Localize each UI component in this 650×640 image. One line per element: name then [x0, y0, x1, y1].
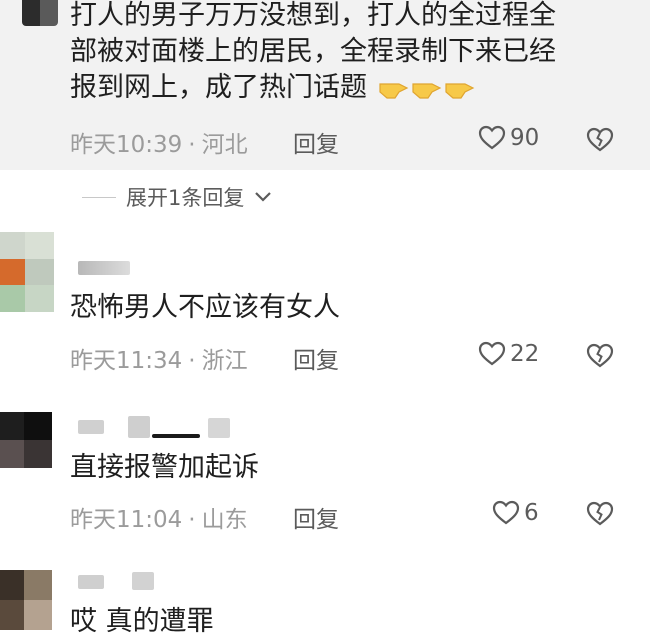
dislike-button[interactable]: [585, 342, 615, 374]
broken-heart-icon: [586, 343, 614, 368]
expand-replies-label: 展开1条回复: [126, 186, 245, 210]
like-count: 90: [510, 125, 540, 151]
divider: [82, 196, 116, 198]
comment-text-line: 报到网上，成了热门话题: [70, 70, 556, 106]
username-blurred: [152, 434, 200, 438]
heart-outline-icon: [478, 341, 506, 366]
separator-dot: ·: [188, 348, 196, 374]
like-count: 6: [524, 500, 539, 526]
comment-location: 浙江: [201, 348, 248, 374]
avatar[interactable]: [22, 0, 58, 26]
comment-time: 昨天10:39: [70, 132, 183, 158]
dislike-button[interactable]: [585, 126, 615, 158]
like-button[interactable]: 90: [478, 125, 539, 151]
comment-meta: 昨天11:04 · 山东: [70, 500, 248, 534]
comment-text: 哎 真的遭罪: [70, 606, 214, 637]
separator-dot: ·: [188, 132, 196, 158]
comment-text: 打人的男子万万没想到，打人的全过程全 部被对面楼上的居民，全程录制下来已经 报到…: [70, 0, 556, 106]
comment-meta: 昨天10:39 · 河北: [70, 125, 248, 159]
heart-outline-icon: [478, 125, 506, 150]
broken-heart-icon: [586, 501, 614, 526]
reply-button[interactable]: 回复: [293, 341, 339, 375]
reply-button[interactable]: 回复: [293, 125, 339, 159]
emoji-group: [367, 72, 475, 103]
username-blurred: [78, 261, 130, 275]
pointing-hand-emoji: [411, 82, 441, 99]
username-blurred: [132, 572, 154, 590]
reply-button[interactable]: 回复: [293, 500, 339, 534]
comment-location: 山东: [201, 507, 248, 533]
comment-text-line: 部被对面楼上的居民，全程录制下来已经: [70, 36, 556, 67]
username-blurred: [78, 420, 104, 434]
pointing-hand-emoji: [444, 82, 474, 99]
heart-outline-icon: [492, 500, 520, 525]
username-blurred: [128, 416, 150, 438]
like-count: 22: [510, 341, 540, 367]
like-button[interactable]: 22: [478, 341, 539, 367]
username-blurred: [208, 418, 230, 438]
comment-time: 昨天11:04: [70, 507, 183, 533]
comment-text: 直接报警加起诉: [70, 452, 259, 483]
username-blurred: [78, 575, 104, 589]
dislike-button[interactable]: [585, 500, 615, 532]
comment-time: 昨天11:34: [70, 348, 183, 374]
avatar[interactable]: [0, 232, 54, 312]
avatar[interactable]: [0, 412, 52, 468]
like-button[interactable]: 6: [492, 500, 539, 526]
broken-heart-icon: [586, 127, 614, 152]
pointing-hand-emoji: [378, 82, 408, 99]
chevron-down-icon: [255, 192, 272, 202]
comment-text-line: 打人的男子万万没想到，打人的全过程全: [70, 0, 556, 31]
comment-text: 恐怖男人不应该有女人: [70, 292, 340, 323]
separator-dot: ·: [188, 507, 196, 533]
expand-replies-button[interactable]: 展开1条回复: [82, 182, 272, 212]
avatar[interactable]: [0, 570, 52, 630]
comment-location: 河北: [201, 132, 248, 158]
comment-meta: 昨天11:34 · 浙江: [70, 341, 248, 375]
